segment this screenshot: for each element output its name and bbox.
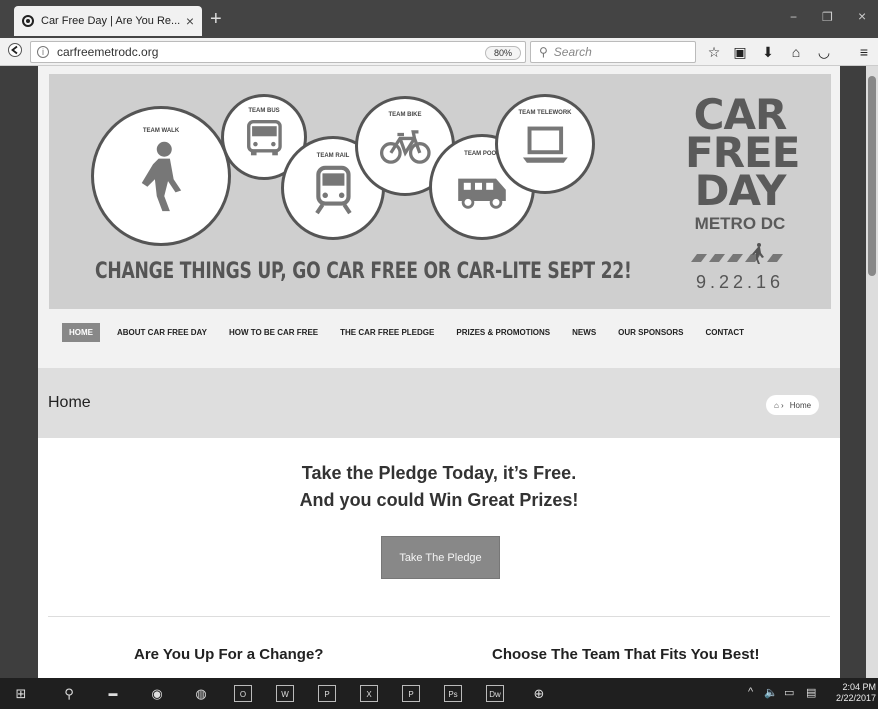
- pocket-icon[interactable]: ◡: [816, 44, 832, 60]
- pledge-heading-line1: Take the Pledge Today, it’s Free.: [301, 463, 577, 483]
- choose-team-heading: Choose The Team That Fits You Best!: [492, 646, 760, 663]
- back-arrow-icon[interactable]: [8, 42, 22, 62]
- taskbar-search-icon[interactable]: ⚲: [60, 685, 78, 702]
- train-icon: [314, 165, 352, 214]
- taskbar-clock[interactable]: 2:04 PM 2/22/2017: [822, 682, 878, 704]
- dreamweaver-icon[interactable]: Dw: [486, 685, 504, 702]
- pledge-heading-line2: And you could Win Great Prizes!: [299, 490, 579, 510]
- crosswalk-walker-icon: [691, 243, 783, 264]
- scrollbar-thumb[interactable]: [868, 76, 876, 276]
- logo-line-day: DAY: [694, 166, 787, 215]
- page-viewport: TEAM WALK TEAM BUS TEAM RAIL TEAM BIKE T…: [0, 66, 878, 678]
- car-free-day-logo: CAR FREE DAY: [685, 94, 800, 215]
- tab-title: Car Free Day | Are You Re...: [41, 15, 180, 27]
- url-text: carfreemetrodc.org: [57, 45, 159, 59]
- logo-metro-dc: METRO DC: [694, 214, 786, 233]
- network-icon[interactable]: ▭: [784, 686, 794, 699]
- page-scrollbar[interactable]: [866, 66, 878, 678]
- globe-icon[interactable]: ⊕: [530, 685, 548, 702]
- menu-item-about[interactable]: ABOUT CAR FREE DAY: [112, 323, 212, 342]
- menu-item-prizes[interactable]: PRIZES & PROMOTIONS: [451, 323, 555, 342]
- firefox-icon[interactable]: ◍: [192, 685, 210, 702]
- breadcrumb-home-link[interactable]: Home: [790, 401, 811, 410]
- menu-hamburger-icon[interactable]: ≡: [856, 44, 872, 60]
- windows-start-icon[interactable]: ⊞: [12, 685, 30, 702]
- menu-item-home[interactable]: HOME: [62, 322, 100, 342]
- notification-icon[interactable]: ▤: [806, 686, 816, 699]
- team-telework-label: TEAM TELEWORK: [518, 110, 572, 117]
- browser-tab[interactable]: Car Free Day | Are You Re... ×: [14, 6, 202, 36]
- menu-item-news[interactable]: NEWS: [567, 323, 601, 342]
- menu-item-sponsors[interactable]: OUR SPONSORS: [613, 323, 688, 342]
- browser-tab-bar: Car Free Day | Are You Re... × + − ❐ ×: [0, 0, 878, 38]
- page-title-bar: Home ⌂ › Home: [38, 368, 840, 438]
- photoshop-icon[interactable]: Ps: [444, 685, 462, 702]
- excel-icon[interactable]: X: [360, 685, 378, 702]
- site-info-icon[interactable]: i: [37, 46, 49, 58]
- menu-item-how-to[interactable]: HOW TO BE CAR FREE: [224, 323, 323, 342]
- search-placeholder: Search: [553, 45, 592, 59]
- take-pledge-button[interactable]: Take The Pledge: [381, 536, 500, 579]
- new-tab-button[interactable]: +: [210, 9, 222, 29]
- word-icon[interactable]: W: [276, 685, 294, 702]
- team-walk-label: TEAM WALK: [142, 127, 180, 134]
- volume-icon[interactable]: 🔈: [764, 686, 778, 699]
- menu-item-contact[interactable]: CONTACT: [701, 323, 750, 342]
- chrome-icon[interactable]: ◉: [148, 685, 166, 702]
- banner-slogan: CHANGE THINGS UP, GO CAR FREE OR CAR-LIT…: [95, 259, 632, 284]
- powerpoint-icon[interactable]: P: [402, 685, 420, 702]
- team-bus-label: TEAM BUS: [248, 108, 280, 115]
- minimize-button[interactable]: −: [790, 10, 797, 24]
- team-walk-circle[interactable]: TEAM WALK: [91, 106, 231, 246]
- section-divider: [48, 616, 830, 617]
- close-window-button[interactable]: ×: [858, 8, 866, 24]
- outlook-icon[interactable]: O: [234, 685, 252, 702]
- home-icon[interactable]: ⌂: [788, 44, 804, 60]
- bike-icon: [379, 129, 431, 164]
- zoom-level[interactable]: 80%: [485, 46, 521, 60]
- team-bike-label: TEAM BIKE: [388, 112, 422, 119]
- clipboard-icon[interactable]: ▣: [732, 44, 748, 60]
- search-icon: ⚲: [539, 45, 548, 59]
- website: TEAM WALK TEAM BUS TEAM RAIL TEAM BIKE T…: [38, 66, 840, 678]
- main-menu: HOME ABOUT CAR FREE DAY HOW TO BE CAR FR…: [62, 322, 832, 342]
- tab-close-icon[interactable]: ×: [186, 13, 194, 29]
- logo-date: 9.22.16: [695, 272, 785, 292]
- address-bar[interactable]: i carfreemetrodc.org 80% ↻: [30, 41, 547, 63]
- project-icon[interactable]: P: [318, 685, 336, 702]
- menu-item-pledge[interactable]: THE CAR FREE PLEDGE: [335, 323, 439, 342]
- breadcrumb: ⌂ › Home: [766, 395, 820, 415]
- bus-icon: [246, 119, 282, 155]
- clock-date: 2/22/2017: [835, 693, 876, 703]
- page-title: Home: [48, 394, 91, 411]
- windows-taskbar: ⊞ ⚲ ▬ ◉ ◍ O W P X P Ps Dw ⊕ ^ 🔈 ▭ ▤ 2:04…: [0, 678, 878, 709]
- hero-banner: TEAM WALK TEAM BUS TEAM RAIL TEAM BIKE T…: [49, 74, 831, 309]
- tray-chevron-icon[interactable]: ^: [748, 686, 753, 698]
- change-heading: Are You Up For a Change?: [134, 646, 324, 663]
- clock-time: 2:04 PM: [842, 682, 876, 692]
- laptop-icon: [522, 126, 568, 163]
- site-favicon-icon: [22, 15, 34, 27]
- browser-nav-bar: i carfreemetrodc.org 80% ↻ ⚲ Search ☆ ▣ …: [0, 38, 878, 66]
- download-icon[interactable]: ⬇: [760, 44, 776, 60]
- breadcrumb-home-icon[interactable]: ⌂ ›: [774, 401, 784, 410]
- search-input[interactable]: ⚲ Search: [530, 41, 696, 63]
- main-content: Take the Pledge Today, it’s Free. And yo…: [38, 438, 840, 678]
- walker-icon: [142, 142, 182, 212]
- restore-button[interactable]: ❐: [822, 10, 833, 24]
- team-telework-circle[interactable]: TEAM TELEWORK: [495, 94, 595, 194]
- file-explorer-icon[interactable]: ▬: [104, 685, 122, 702]
- bookmark-star-icon[interactable]: ☆: [706, 44, 722, 60]
